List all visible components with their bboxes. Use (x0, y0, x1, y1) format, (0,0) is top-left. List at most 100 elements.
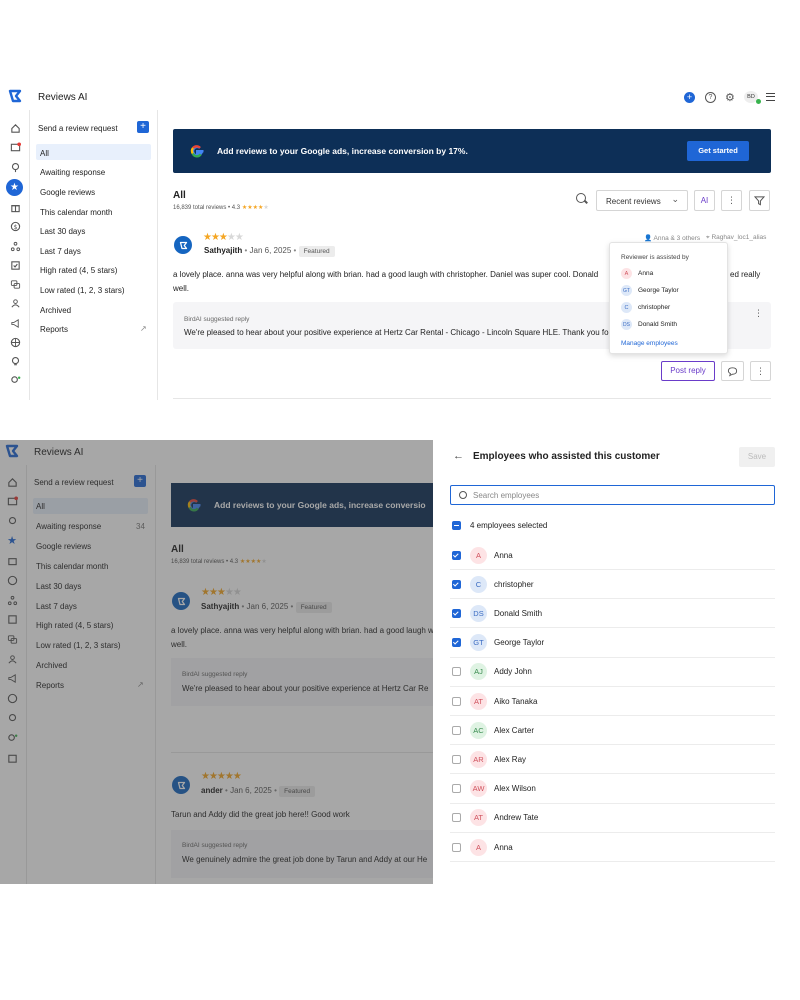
task-checkbox-icon[interactable] (9, 259, 21, 271)
lightbulb-icon[interactable] (9, 355, 21, 367)
nav-item-last-30-days[interactable]: Last 30 days (40, 227, 85, 236)
gear-icon[interactable]: ⚙ (725, 91, 735, 104)
nav-item-all-bg[interactable] (36, 144, 151, 160)
employee-name: Anna (494, 842, 513, 852)
popover-person-row[interactable]: A Anna (621, 268, 653, 279)
person-avatar: DS (621, 319, 632, 330)
employee-row[interactable]: GT George Taylor (450, 629, 775, 658)
sort-dropdown[interactable]: Recent reviews ⌄ (596, 190, 688, 211)
people-icon[interactable] (9, 297, 21, 309)
popover-person-row[interactable]: DS Donald Smith (621, 319, 677, 330)
employee-checkbox[interactable] (452, 813, 461, 823)
nav-item-this-calendar-month[interactable]: This calendar month (40, 208, 112, 217)
employee-checkbox[interactable] (452, 608, 461, 618)
network-icon[interactable] (9, 240, 21, 252)
location-pin-icon[interactable] (9, 161, 21, 173)
select-all-checkbox[interactable] (452, 521, 461, 530)
inbox-icon[interactable] (9, 141, 21, 153)
employee-checkbox[interactable] (452, 638, 461, 648)
popover-title: Reviewer is assisted by (621, 254, 689, 261)
employee-row[interactable]: AR Alex Ray (450, 745, 775, 775)
employee-row[interactable]: AW Alex Wilson (450, 775, 775, 804)
back-arrow-icon[interactable]: ← (453, 450, 464, 462)
nav-item-high-rated[interactable]: High rated (4, 5 stars) (40, 266, 117, 275)
review-divider (173, 398, 771, 399)
get-started-label: Get started (698, 146, 738, 155)
ai-button[interactable]: AI (694, 190, 715, 211)
assisted-meta[interactable]: 👤 Anna & 3 others (644, 234, 700, 242)
comment-icon[interactable] (721, 361, 744, 381)
nav-item-low-rated[interactable]: Low rated (1, 2, 3 stars) (40, 286, 124, 295)
employee-row[interactable]: A Anna (450, 541, 775, 570)
person-initials: GT (623, 287, 630, 294)
review-body-line1: a lovely place. anna was very helpful al… (173, 270, 599, 279)
megaphone-icon[interactable] (9, 317, 21, 329)
send-review-request-label[interactable]: Send a review request (38, 124, 118, 133)
reviewer-name[interactable]: Sathyajith (204, 246, 242, 255)
employee-avatar: DS (470, 604, 487, 622)
employee-checkbox[interactable] (452, 725, 461, 735)
employee-checkbox[interactable] (452, 842, 461, 852)
suggested-reply-more-icon[interactable]: ⋮ (754, 308, 763, 319)
nav-item-google-reviews[interactable]: Google reviews (40, 188, 95, 197)
post-reply-button[interactable]: Post reply (661, 361, 715, 381)
employee-checkbox[interactable] (452, 550, 461, 560)
lightbulb-spark-icon[interactable] (9, 374, 21, 386)
popover-person-row[interactable]: C christopher (621, 302, 670, 313)
employee-initials: AR (473, 754, 484, 764)
employee-row[interactable]: AJ Addy John (450, 658, 775, 687)
reviews-star-icon[interactable]: ★ (6, 179, 23, 196)
employee-checkbox[interactable] (452, 784, 461, 794)
home-icon[interactable] (9, 122, 21, 134)
birdeye-logo-icon[interactable] (8, 89, 22, 103)
nav-item-reports[interactable]: Reports (40, 325, 68, 334)
more-options-icon[interactable]: ⋮ (721, 190, 742, 211)
employee-name: Aiko Tanaka (494, 696, 538, 706)
nav-item-awaiting-response[interactable]: Awaiting response (40, 168, 105, 177)
employee-row[interactable]: DS Donald Smith (450, 599, 775, 629)
employee-checkbox[interactable] (452, 667, 461, 677)
employee-row[interactable]: AC Alex Carter (450, 716, 775, 746)
add-circle-icon[interactable]: + (684, 92, 695, 103)
employee-row[interactable]: AT Andrew Tate (450, 804, 775, 833)
select-all-row[interactable]: 4 employees selected (450, 521, 547, 530)
filter-icon[interactable] (749, 190, 770, 211)
employee-initials: AW (472, 784, 485, 794)
hamburger-menu-icon[interactable] (766, 93, 775, 101)
nav-divider (157, 110, 158, 400)
popover-person-row[interactable]: GT George Taylor (621, 285, 679, 296)
nav-item-archived[interactable]: Archived (40, 306, 71, 315)
modal-backdrop[interactable] (0, 440, 433, 884)
employee-checkbox[interactable] (452, 754, 461, 764)
gift-icon[interactable] (9, 201, 21, 213)
employee-name: Andrew Tate (494, 813, 539, 823)
employee-row[interactable]: A Anna (450, 833, 775, 862)
get-started-button[interactable]: Get started (687, 141, 749, 161)
save-button[interactable]: Save (739, 447, 775, 467)
manage-employees-link[interactable]: Manage employees (621, 340, 678, 347)
aperture-icon[interactable] (9, 336, 21, 348)
review-body-line2: well. (173, 284, 190, 293)
employee-row[interactable]: Cchristopher (450, 570, 775, 600)
help-icon[interactable]: ? (705, 92, 716, 103)
employee-checkbox[interactable] (452, 579, 461, 589)
nav-item-all[interactable]: All (40, 149, 49, 158)
dollar-icon[interactable]: $ (9, 220, 21, 232)
send-review-request-button[interactable]: + (137, 121, 149, 133)
review-more-icon[interactable]: ⋮ (750, 361, 771, 381)
assisted-by-popover: Reviewer is assisted by A Anna GT George… (609, 242, 728, 354)
top-screen: Reviews AI + ? ⚙ BD ★ $ Send a review re… (0, 80, 800, 410)
employee-name: christopher (494, 579, 534, 589)
search-input[interactable]: Search employees (450, 485, 775, 505)
employee-checkbox[interactable] (452, 696, 461, 706)
suggested-reply-text: We're pleased to hear about your positiv… (184, 328, 609, 337)
location-meta: ⌖ Raghav_loc1_alias (706, 234, 767, 241)
nav-item-last-7-days[interactable]: Last 7 days (40, 247, 81, 256)
panel-title: Employees who assisted this customer (473, 451, 660, 462)
list-title: All (173, 190, 186, 201)
review-body: a lovely place. anna was very helpful al… (173, 270, 598, 279)
employee-row[interactable]: AT Aiko Tanaka (450, 687, 775, 716)
list-meta: 16,839 total reviews • 4.3 ★★★★★ (173, 205, 269, 211)
ai-label: AI (700, 196, 709, 205)
chat-icon[interactable] (9, 278, 21, 290)
